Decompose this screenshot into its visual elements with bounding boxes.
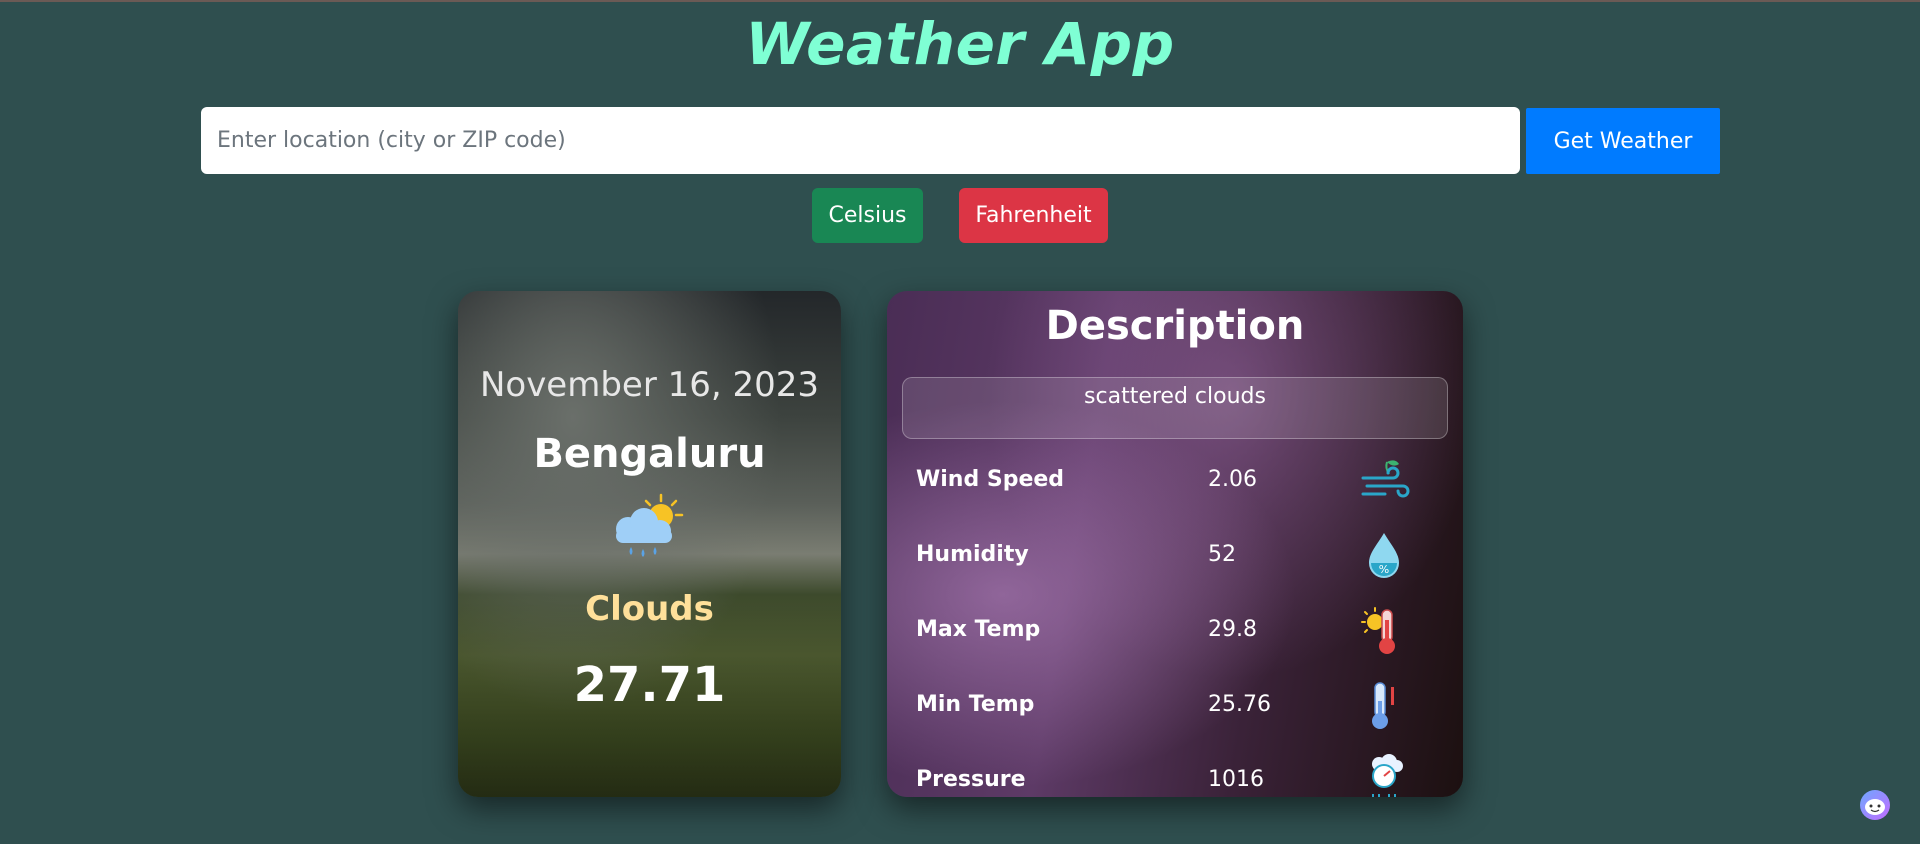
pressure-gauge-icon [1372, 754, 1403, 797]
stat-row-pressure: Pressure 1016 [887, 754, 1463, 797]
stat-value: 29.8 [1208, 617, 1257, 642]
stat-label: Min Temp [916, 692, 1035, 717]
stat-value: 52 [1208, 542, 1236, 567]
stat-value: 25.76 [1208, 692, 1271, 717]
stat-value: 2.06 [1208, 467, 1257, 492]
stat-row-max-temp: Max Temp 29.8 [887, 604, 1463, 664]
rain-cloud-sun-icon [616, 493, 684, 557]
description-box: scattered clouds [902, 377, 1448, 439]
humidity-drop-icon: % [1369, 533, 1399, 578]
stat-label: Max Temp [916, 617, 1041, 642]
city-name: Bengaluru [533, 431, 766, 477]
weather-condition: Clouds [585, 589, 714, 629]
stat-row-humidity: Humidity 52 % [887, 529, 1463, 589]
weather-details-card: Description scattered clouds Wind Speed … [887, 291, 1463, 797]
thermometer-cold-icon [1372, 682, 1394, 729]
stat-label: Pressure [916, 767, 1026, 792]
celsius-button[interactable]: Celsius [812, 188, 923, 243]
app-title: Weather App [745, 10, 1175, 78]
current-date: November 16, 2023 [479, 365, 820, 405]
wind-icon [1361, 460, 1410, 498]
get-weather-button[interactable]: Get Weather [1526, 108, 1720, 174]
stat-value: 1016 [1208, 767, 1264, 792]
location-search-input[interactable] [201, 107, 1520, 174]
stat-row-wind-speed: Wind Speed 2.06 [887, 454, 1463, 514]
stat-row-min-temp: Min Temp 25.76 [887, 679, 1463, 739]
assistant-bot-icon[interactable] [1857, 787, 1893, 823]
svg-text:%: % [1379, 563, 1389, 576]
current-temperature: 27.71 [573, 657, 726, 713]
stat-label: Humidity [916, 542, 1029, 567]
thermometer-hot-icon [1361, 607, 1395, 654]
fahrenheit-button[interactable]: Fahrenheit [959, 188, 1108, 243]
stat-label: Wind Speed [916, 467, 1065, 492]
details-title: Description [1045, 303, 1305, 349]
weather-summary-card: November 16, 2023 Bengaluru Clouds 27.71 [458, 291, 841, 797]
